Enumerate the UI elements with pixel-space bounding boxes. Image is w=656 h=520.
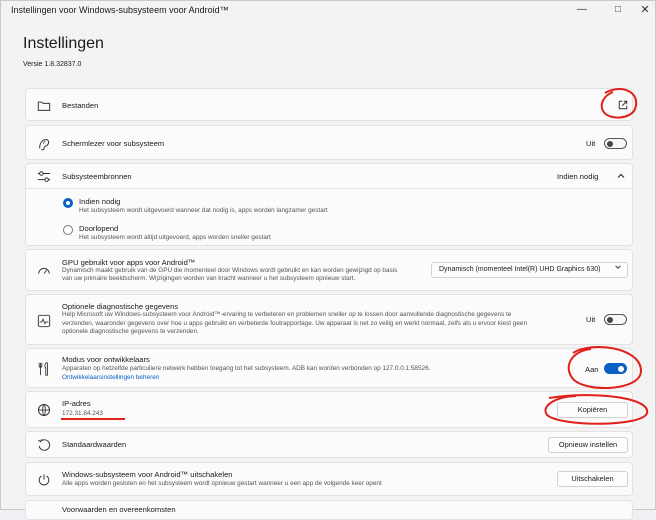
gpu-select[interactable]: Dynamisch (momenteel Intel(R) UHD Graphi… — [431, 262, 628, 278]
gpu-desc-2: van uw primaire beeldscherm. Wijzigingen… — [62, 275, 356, 282]
option-continuous-desc: Het subsysteem wordt altijd uitgevoerd, … — [79, 234, 271, 241]
devmode-row: Modus voor ontwikkelaars Apparaten op he… — [25, 348, 633, 388]
title-bar: Instellingen voor Windows-subsysteem voo… — [1, 1, 655, 21]
chevron-down-icon — [614, 263, 622, 277]
files-row[interactable]: Bestanden — [25, 88, 633, 121]
option-on-demand-label: Indien nodig — [79, 197, 121, 206]
folder-icon — [37, 99, 51, 113]
shutdown-button[interactable]: Uitschakelen — [557, 471, 628, 487]
diagnostics-desc-1: Help Microsoft uw Windows-subsysteem voo… — [62, 311, 512, 318]
window-title: Instellingen voor Windows-subsysteem voo… — [11, 5, 229, 15]
reset-button[interactable]: Opnieuw instellen — [548, 437, 628, 453]
screenreader-label: Schermlezer voor subsysteem — [62, 139, 165, 148]
diagnostics-icon — [37, 314, 51, 328]
files-label: Bestanden — [62, 101, 99, 110]
screenreader-state: Uit — [586, 139, 596, 148]
resources-value: Indien nodig — [557, 172, 599, 181]
chevron-up-icon[interactable] — [616, 171, 626, 181]
developer-settings-link[interactable]: Ontwikkelaarsinstellingen beheren — [62, 374, 159, 381]
diagnostics-toggle[interactable] — [604, 314, 627, 325]
divider — [26, 188, 632, 189]
screenreader-icon — [37, 137, 51, 151]
devmode-desc: Apparaten op hetzelfde particuliere netw… — [62, 365, 431, 372]
screenreader-row: Schermlezer voor subsysteem Uit — [25, 125, 633, 160]
settings-window: Instellingen voor Windows-subsysteem voo… — [0, 0, 656, 520]
ip-row: IP-adres 172.31.84.243 Kopiëren — [25, 391, 633, 428]
option-on-demand-desc: Het subsysteem wordt uitgevoerd wanneer … — [79, 207, 328, 214]
option-continuous-label: Doorlopend — [79, 224, 119, 233]
diagnostics-desc-3: optionele diagnostische gegevens te verz… — [62, 328, 199, 335]
developer-tools-icon — [37, 362, 51, 376]
devmode-toggle[interactable] — [604, 363, 627, 374]
devmode-label: Modus voor ontwikkelaars — [62, 355, 150, 364]
defaults-row: Standaardwaarden Opnieuw instellen — [25, 431, 633, 458]
copy-ip-button[interactable]: Kopiëren — [557, 402, 628, 418]
terms-row[interactable]: Voorwaarden en overeenkomsten — [25, 500, 633, 520]
minimize-icon[interactable]: — — [574, 3, 590, 17]
toggle-knob — [607, 317, 613, 323]
devmode-state: Aan — [585, 365, 599, 374]
screenreader-toggle[interactable] — [604, 138, 627, 149]
shutdown-desc: Alle apps worden gesloten en het subsyst… — [62, 480, 382, 487]
resources-label: Subsysteembronnen — [62, 172, 132, 181]
diagnostics-state: Uit — [586, 315, 596, 324]
maximize-icon[interactable]: □ — [610, 3, 626, 17]
gpu-select-value: Dynamisch (momenteel Intel(R) UHD Graphi… — [439, 266, 601, 273]
ip-label: IP-adres — [62, 399, 91, 408]
close-icon[interactable]: ✕ — [637, 3, 653, 17]
toggle-knob — [618, 366, 624, 372]
sliders-icon — [37, 170, 51, 184]
version-label: Versie 1.8.32837.0 — [23, 61, 82, 68]
toggle-knob — [607, 141, 613, 147]
radio-continuous[interactable] — [63, 225, 73, 235]
shutdown-row: Windows-subsysteem voor Android™ uitscha… — [25, 462, 633, 496]
reset-icon — [37, 438, 51, 452]
defaults-label: Standaardwaarden — [62, 440, 127, 449]
gpu-row: GPU gebruikt voor apps voor Android™ Dyn… — [25, 249, 633, 291]
ip-value: 172.31.84.243 — [62, 410, 103, 417]
power-icon — [37, 473, 51, 487]
gpu-label: GPU gebruikt voor apps voor Android™ — [62, 258, 196, 267]
open-external-icon[interactable] — [617, 99, 629, 111]
page-title: Instellingen — [23, 35, 104, 52]
diagnostics-row: Optionele diagnostische gegevens Help Mi… — [25, 294, 633, 345]
radio-on-demand[interactable] — [63, 198, 73, 208]
resources-card: Subsysteembronnen Indien nodig Indien no… — [25, 163, 633, 246]
shutdown-label: Windows-subsysteem voor Android™ uitscha… — [62, 470, 233, 479]
globe-icon — [37, 403, 51, 417]
diagnostics-label: Optionele diagnostische gegevens — [62, 302, 179, 311]
diagnostics-desc-2: verzenden, waaronder gegevens over hoe u… — [62, 319, 528, 327]
gauge-icon — [37, 264, 51, 278]
